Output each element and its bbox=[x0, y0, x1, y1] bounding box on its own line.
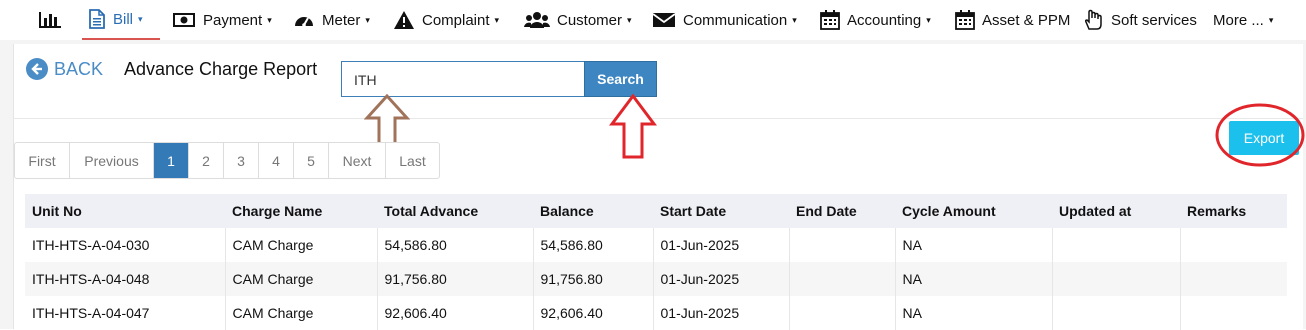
cell-balance: 91,756.80 bbox=[533, 262, 654, 296]
search-input[interactable]: ITH bbox=[341, 61, 585, 97]
page-1[interactable]: 1 bbox=[154, 143, 189, 178]
chevron-down-icon: ▾ bbox=[1268, 14, 1274, 25]
nav-soft-services[interactable]: Soft services bbox=[1082, 0, 1197, 40]
bar-chart-icon bbox=[38, 10, 62, 30]
page-3[interactable]: 3 bbox=[224, 143, 259, 178]
table-row: ITH-HTS-A-04-047 CAM Charge 92,606.40 92… bbox=[25, 296, 1287, 330]
column-header[interactable]: End Date bbox=[789, 194, 895, 228]
cell-charge-name: CAM Charge bbox=[225, 228, 378, 262]
cell-cycle-amount: NA bbox=[895, 228, 1053, 262]
nav-bill-label: Bill bbox=[113, 10, 134, 28]
advance-charge-table: Unit No Charge Name Total Advance Balanc… bbox=[25, 194, 1287, 330]
nav-customer-label: Customer bbox=[557, 11, 623, 29]
page-5[interactable]: 5 bbox=[294, 143, 329, 178]
nav-payment[interactable]: Payment ▾ bbox=[172, 0, 272, 40]
cell-cycle-amount: NA bbox=[895, 296, 1053, 330]
cell-balance: 92,606.40 bbox=[533, 296, 654, 330]
nav-dashboard[interactable] bbox=[38, 0, 69, 40]
column-header[interactable]: Total Advance bbox=[377, 194, 533, 228]
cell-charge-name: CAM Charge bbox=[225, 262, 378, 296]
cell-start-date: 01-Jun-2025 bbox=[653, 262, 790, 296]
page-4[interactable]: 4 bbox=[259, 143, 294, 178]
nav-more-label: More ... bbox=[1213, 11, 1264, 29]
column-header[interactable]: Charge Name bbox=[225, 194, 377, 228]
table-row: ITH-HTS-A-04-048 CAM Charge 91,756.80 91… bbox=[25, 262, 1287, 296]
nav-complaint[interactable]: Complaint ▾ bbox=[393, 0, 499, 40]
calendar-icon bbox=[955, 10, 975, 30]
back-label: BACK bbox=[54, 58, 104, 79]
column-header[interactable]: Remarks bbox=[1180, 194, 1287, 228]
cell-remarks bbox=[1180, 262, 1287, 296]
cell-total-advance: 91,756.80 bbox=[377, 262, 534, 296]
page-previous[interactable]: Previous bbox=[70, 143, 154, 178]
chevron-down-icon: ▾ bbox=[627, 14, 632, 25]
nav-soft-services-label: Soft services bbox=[1111, 11, 1197, 29]
calendar-icon bbox=[820, 10, 840, 30]
page-last[interactable]: Last bbox=[386, 143, 439, 178]
cell-unit-no: ITH-HTS-A-04-030 bbox=[25, 228, 226, 262]
cell-updated-at bbox=[1052, 228, 1181, 262]
column-header[interactable]: Unit No bbox=[25, 194, 225, 228]
column-header[interactable]: Updated at bbox=[1052, 194, 1180, 228]
nav-communication[interactable]: Communication ▾ bbox=[652, 0, 797, 40]
nav-accounting-label: Accounting bbox=[847, 11, 922, 29]
document-icon bbox=[88, 9, 106, 29]
cell-remarks bbox=[1180, 296, 1287, 330]
nav-asset-ppm[interactable]: Asset & PPM bbox=[955, 0, 1070, 40]
page-next[interactable]: Next bbox=[329, 143, 386, 178]
page-first[interactable]: First bbox=[15, 143, 70, 178]
money-icon bbox=[172, 11, 196, 29]
header-divider bbox=[13, 118, 1303, 119]
cell-start-date: 01-Jun-2025 bbox=[653, 296, 790, 330]
top-navigation: Bill ▾ Payment ▾ Meter ▾ Complaint ▾ Cus… bbox=[0, 0, 1306, 40]
chevron-down-icon: ▾ bbox=[267, 14, 272, 25]
users-icon bbox=[524, 10, 550, 30]
export-button[interactable]: Export bbox=[1229, 121, 1299, 155]
column-header[interactable]: Start Date bbox=[653, 194, 789, 228]
cell-remarks bbox=[1180, 228, 1287, 262]
cell-charge-name: CAM Charge bbox=[225, 296, 378, 330]
nav-meter[interactable]: Meter ▾ bbox=[293, 0, 370, 40]
cell-updated-at bbox=[1052, 296, 1181, 330]
cell-total-advance: 54,586.80 bbox=[377, 228, 534, 262]
search-button[interactable]: Search bbox=[584, 61, 657, 97]
cell-unit-no: ITH-HTS-A-04-048 bbox=[25, 262, 226, 296]
dashboard-icon bbox=[293, 10, 315, 30]
cell-total-advance: 92,606.40 bbox=[377, 296, 534, 330]
nav-accounting[interactable]: Accounting ▾ bbox=[820, 0, 931, 40]
chevron-down-icon: ▾ bbox=[494, 14, 500, 25]
warning-icon bbox=[393, 10, 415, 30]
cell-start-date: 01-Jun-2025 bbox=[653, 228, 790, 262]
column-header[interactable]: Cycle Amount bbox=[895, 194, 1052, 228]
chevron-down-icon: ▾ bbox=[926, 14, 931, 25]
pagination: First Previous 1 2 3 4 5 Next Last bbox=[14, 142, 440, 179]
chevron-down-icon: ▾ bbox=[365, 14, 370, 25]
nav-complaint-label: Complaint bbox=[422, 11, 490, 29]
nav-communication-label: Communication bbox=[683, 11, 788, 29]
envelope-icon bbox=[652, 11, 676, 29]
arrow-left-icon bbox=[26, 58, 48, 80]
cell-updated-at bbox=[1052, 262, 1181, 296]
cell-end-date bbox=[789, 228, 896, 262]
chevron-down-icon: ▾ bbox=[138, 13, 143, 24]
nav-bill[interactable]: Bill ▾ bbox=[82, 0, 160, 40]
nav-asset-ppm-label: Asset & PPM bbox=[982, 11, 1071, 29]
cell-end-date bbox=[789, 262, 896, 296]
nav-meter-label: Meter bbox=[322, 11, 361, 29]
nav-customer[interactable]: Customer ▾ bbox=[524, 0, 632, 40]
cell-cycle-amount: NA bbox=[895, 262, 1053, 296]
page-title: Advance Charge Report bbox=[124, 59, 318, 79]
table-header-row: Unit No Charge Name Total Advance Balanc… bbox=[25, 194, 1287, 228]
nav-more[interactable]: More ... ▾ bbox=[1213, 0, 1273, 40]
page-2[interactable]: 2 bbox=[189, 143, 224, 178]
nav-payment-label: Payment bbox=[203, 11, 263, 29]
cell-unit-no: ITH-HTS-A-04-047 bbox=[25, 296, 226, 330]
column-header[interactable]: Balance bbox=[533, 194, 653, 228]
chevron-down-icon: ▾ bbox=[792, 14, 797, 25]
cell-end-date bbox=[789, 296, 896, 330]
table-row: ITH-HTS-A-04-030 CAM Charge 54,586.80 54… bbox=[25, 228, 1287, 262]
back-link[interactable]: BACK bbox=[26, 58, 103, 80]
cell-balance: 54,586.80 bbox=[533, 228, 654, 262]
hand-icon bbox=[1082, 9, 1104, 31]
